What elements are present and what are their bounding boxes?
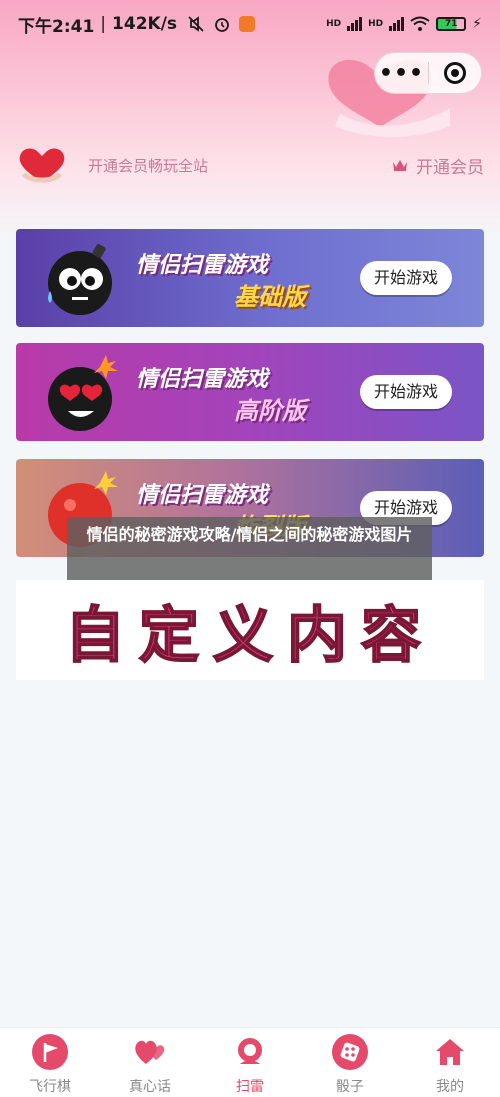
banner-title: 情侣扫雷游戏 xyxy=(136,253,269,278)
bottom-tab-bar: 飞行棋 真心话 扫雷 骰子 我的 xyxy=(0,1027,500,1097)
banner-title: 情侣扫雷游戏 xyxy=(136,483,269,508)
banner-subtitle: 高阶版 xyxy=(234,397,306,425)
target-icon xyxy=(443,62,466,84)
close-miniprogram-button[interactable] xyxy=(429,62,481,84)
signal-hd-label-2: HD xyxy=(368,19,384,29)
open-membership-button[interactable]: 开通会员 xyxy=(392,153,484,178)
member-promo-text: 开通会员畅玩全站 xyxy=(88,156,209,175)
tab-label: 飞行棋 xyxy=(29,1079,71,1095)
start-game-button[interactable]: 开始游戏 xyxy=(360,261,452,295)
banner-subtitle: 基础版 xyxy=(234,283,306,311)
heart-icon xyxy=(19,148,65,183)
hearts-icon xyxy=(135,1040,165,1064)
signal-icon xyxy=(347,17,363,31)
open-membership-label: 开通会员 xyxy=(416,157,484,178)
banner-advanced[interactable]: 情侣扫雷游戏 高阶版 开始游戏 xyxy=(16,343,484,441)
start-game-button[interactable]: 开始游戏 xyxy=(360,375,452,409)
bomb-love-icon xyxy=(48,355,118,431)
miniprogram-capsule: ••• xyxy=(374,52,482,94)
charging-icon: ⚡ xyxy=(472,16,482,32)
tab-label: 扫雷 xyxy=(236,1079,264,1095)
crown-icon xyxy=(393,160,407,171)
overlay-caption: 情侣的秘密游戏攻略/情侣之间的秘密游戏图片 xyxy=(67,517,432,580)
banner-title: 情侣扫雷游戏 xyxy=(136,367,269,392)
flag-icon xyxy=(32,1034,68,1070)
banner-basic[interactable]: 情侣扫雷游戏 基础版 开始游戏 xyxy=(16,229,484,327)
signal-hd-label-1: HD xyxy=(326,19,342,29)
tab-minesweeper[interactable]: 扫雷 xyxy=(200,1028,300,1097)
tab-label: 真心话 xyxy=(129,1079,171,1095)
dice-icon xyxy=(332,1034,368,1070)
status-bar: 下午2:41 | 142K/s HD HD 71 ⚡ xyxy=(0,0,500,48)
tab-dice[interactable]: 骰子 xyxy=(300,1028,400,1097)
tab-label: 骰子 xyxy=(336,1079,364,1095)
mute-icon xyxy=(188,16,204,32)
custom-content-card[interactable]: 自定义内容 xyxy=(16,580,484,680)
member-promo-row: 开通会员畅玩全站 开通会员 xyxy=(16,140,484,190)
more-button[interactable]: ••• xyxy=(375,61,428,86)
home-icon xyxy=(436,1039,464,1065)
alarm-icon xyxy=(215,18,229,32)
tab-truth[interactable]: 真心话 xyxy=(100,1028,200,1097)
bomb-scared-icon xyxy=(48,244,112,315)
tab-label: 我的 xyxy=(436,1079,464,1095)
tab-mine[interactable]: 我的 xyxy=(400,1028,500,1097)
status-time: 下午2:41 xyxy=(18,16,95,37)
app-notification-icon xyxy=(239,16,256,32)
signal-icon-2 xyxy=(389,17,405,31)
bomb-icon xyxy=(238,1038,262,1064)
network-speed: 142K/s xyxy=(112,14,178,34)
tab-flight-chess[interactable]: 飞行棋 xyxy=(0,1028,100,1097)
battery-icon: 71 xyxy=(436,17,467,31)
wifi-icon xyxy=(410,16,430,31)
custom-content-label: 自定义内容 xyxy=(64,600,435,672)
